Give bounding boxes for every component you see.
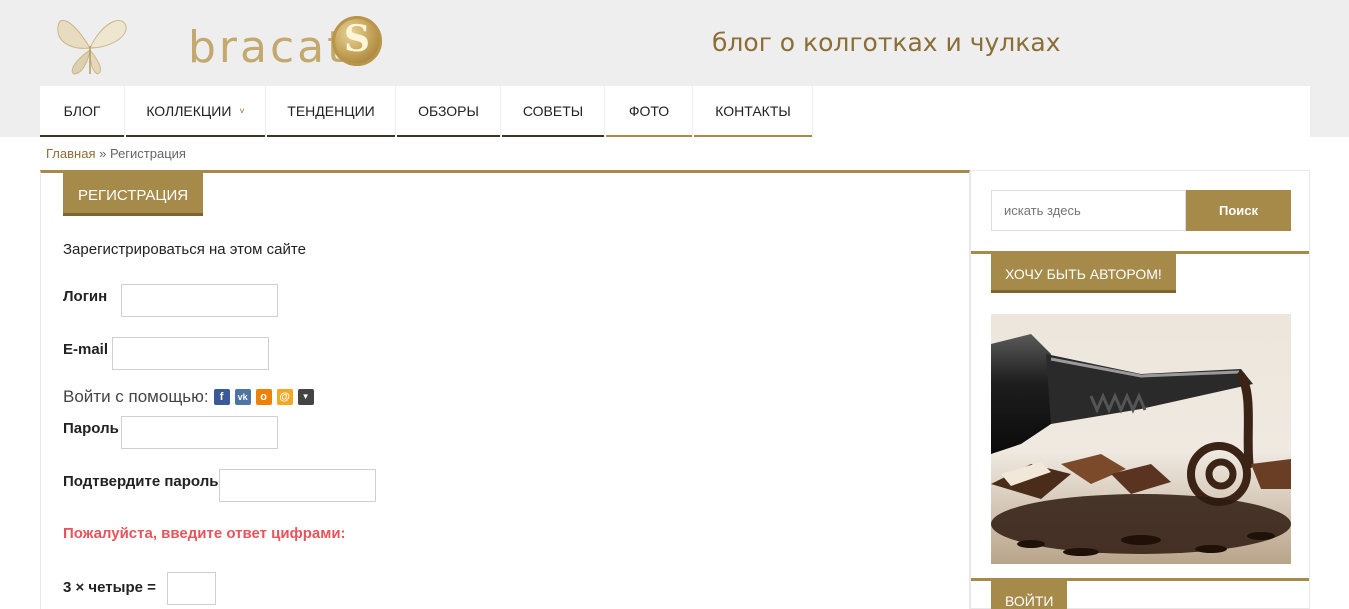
breadcrumb: Главная » Регистрация <box>46 146 186 161</box>
nav-item-photo[interactable]: ФОТО <box>606 86 693 137</box>
captcha-question: 3 × четыре = <box>63 579 156 596</box>
nav-item-label: ТЕНДЕНЦИИ <box>287 103 375 119</box>
social-login-label: Войти с помощью: <box>63 387 209 406</box>
password-input[interactable] <box>121 416 278 449</box>
main-content: РЕГИСТРАЦИЯ Зарегистрироваться на этом с… <box>40 170 970 609</box>
nav-item-contacts[interactable]: КОНТАКТЫ <box>694 86 813 137</box>
nav-item-trends[interactable]: ТЕНДЕНЦИИ <box>267 86 396 137</box>
fountain-pen-chocolate-image <box>991 314 1291 564</box>
chevron-down-icon: ˅ <box>239 106 245 116</box>
captcha-instruction: Пожалуйста, введите ответ цифрами: <box>63 525 346 542</box>
nav-item-blog[interactable]: БЛОГ <box>40 86 125 137</box>
login-input[interactable] <box>121 284 278 317</box>
nav-item-tips[interactable]: СОВЕТЫ <box>502 86 605 137</box>
facebook-icon[interactable]: f <box>213 389 230 405</box>
odnoklassniki-icon[interactable]: o <box>255 389 272 405</box>
page-title: РЕГИСТРАЦИЯ <box>63 173 204 216</box>
breadcrumb-current: Регистрация <box>109 146 186 161</box>
more-dropdown-icon[interactable]: ▼ <box>297 389 314 405</box>
search-button[interactable]: Поиск <box>1186 190 1291 231</box>
logo-emblem: S <box>332 16 382 66</box>
breadcrumb-separator: » <box>99 146 107 161</box>
nav-item-label: ФОТО <box>628 103 670 119</box>
nav-item-label: БЛОГ <box>63 103 101 119</box>
site-logo[interactable]: bracatu S <box>52 8 392 78</box>
email-label: E-mail <box>63 341 109 358</box>
nav-item-label: ОБЗОРЫ <box>418 103 479 119</box>
sidebar: Поиск ХОЧУ БЫТЬ АВТОРОМ! <box>970 170 1310 609</box>
logo-emblem-letter: S <box>344 18 370 60</box>
login-label: Логин <box>63 288 108 305</box>
breadcrumb-home-link[interactable]: Главная <box>46 146 95 161</box>
form-intro-text: Зарегистрироваться на этом сайте <box>63 241 306 258</box>
social-login-row: Войти с помощью: f vk o @ ▼ <box>63 387 314 407</box>
become-author-banner[interactable] <box>991 314 1291 564</box>
main-navigation: БЛОГ КОЛЛЕКЦИИ ˅ ТЕНДЕНЦИИ ОБЗОРЫ СОВЕТЫ … <box>40 86 1310 137</box>
email-input[interactable] <box>112 337 269 370</box>
author-widget-title: ХОЧУ БЫТЬ АВТОРОМ! <box>991 254 1176 293</box>
butterfly-logo-icon <box>57 20 127 75</box>
nav-item-label: КОНТАКТЫ <box>715 103 791 119</box>
confirm-password-label: Подтвердите пароль <box>63 473 219 490</box>
search-input[interactable] <box>991 190 1186 231</box>
password-label: Пароль <box>63 420 119 437</box>
vk-icon[interactable]: vk <box>234 389 251 405</box>
captcha-answer-input[interactable] <box>167 572 216 605</box>
nav-item-label: СОВЕТЫ <box>522 103 584 119</box>
nav-item-reviews[interactable]: ОБЗОРЫ <box>397 86 501 137</box>
nav-item-collections[interactable]: КОЛЛЕКЦИИ ˅ <box>126 86 266 137</box>
login-widget-title: ВОЙТИ <box>991 581 1068 609</box>
nav-item-label: КОЛЛЕКЦИИ <box>146 103 232 119</box>
confirm-password-input[interactable] <box>219 469 376 502</box>
mailru-icon[interactable]: @ <box>276 389 293 405</box>
site-tagline: блог о колготках и чулках <box>712 28 1061 57</box>
